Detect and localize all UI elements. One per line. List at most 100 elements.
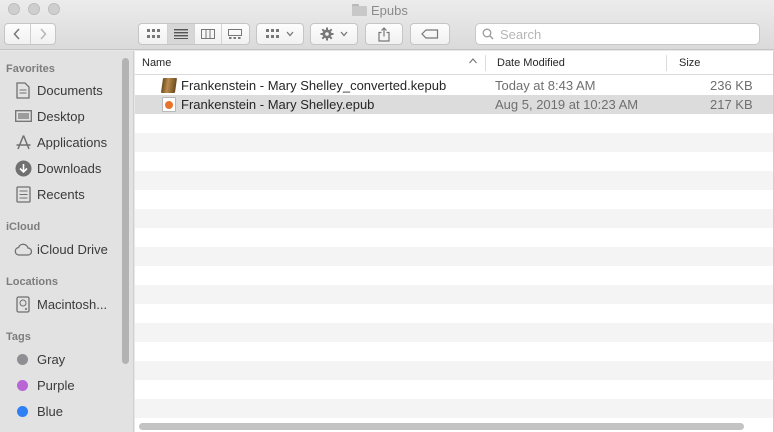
sidebar-item-applications[interactable]: Applications xyxy=(14,131,107,153)
share-icon xyxy=(378,26,390,42)
forward-button[interactable] xyxy=(29,24,55,44)
chevron-down-icon xyxy=(286,31,294,37)
empty-row xyxy=(135,342,774,361)
sidebar-item-documents[interactable]: Documents xyxy=(14,79,103,101)
empty-row xyxy=(135,266,774,285)
folder-icon xyxy=(352,4,367,16)
sidebar-item-label: Blue xyxy=(37,403,64,419)
empty-row xyxy=(135,209,774,228)
documents-icon xyxy=(14,81,32,99)
sidebar-tag-blue[interactable]: Blue xyxy=(14,400,63,422)
chevron-left-icon xyxy=(13,28,21,40)
file-date-modified: Aug 5, 2019 at 10:23 AM xyxy=(495,97,639,112)
sidebar-tag-purple[interactable]: Purple xyxy=(14,374,75,396)
gear-icon xyxy=(320,27,334,41)
list-view-icon xyxy=(174,29,188,39)
sidebar-item-label: Recents xyxy=(37,186,85,202)
file-name: Frankenstein - Mary Shelley.epub xyxy=(181,97,375,112)
recents-icon xyxy=(14,185,32,203)
column-header-label: Date Modified xyxy=(497,57,565,69)
column-view-icon xyxy=(201,29,215,39)
window-title-label: Epubs xyxy=(371,2,408,18)
blue-tag-dot-icon xyxy=(17,405,28,417)
window-title: Epubs xyxy=(352,1,408,19)
cloud-icon xyxy=(14,240,32,258)
search-input[interactable] xyxy=(500,26,740,42)
minimize-window-button[interactable] xyxy=(28,3,40,15)
horizontal-scrollbar[interactable] xyxy=(139,423,744,430)
toolbar: Epubs xyxy=(0,0,774,50)
sidebar-section-locations: Locations xyxy=(6,276,58,288)
empty-row xyxy=(135,285,774,304)
action-menu-button[interactable] xyxy=(310,23,358,45)
sidebar-item-recents[interactable]: Recents xyxy=(14,183,85,205)
sidebar-tag-gray[interactable]: Gray xyxy=(14,348,65,370)
sidebar-section-icloud: iCloud xyxy=(6,221,41,233)
sidebar-item-label: Gray xyxy=(37,351,66,367)
navigation-buttons xyxy=(4,23,56,45)
chevron-right-icon xyxy=(40,28,47,40)
file-row-selected[interactable]: Frankenstein - Mary Shelley.epub Aug 5, … xyxy=(135,95,774,114)
group-by-button[interactable] xyxy=(256,23,304,45)
file-name: Frankenstein - Mary Shelley_converted.ke… xyxy=(181,78,447,93)
file-list: Name Date Modified Size Frankenstein - M… xyxy=(135,51,774,432)
gallery-view-button[interactable] xyxy=(221,24,248,44)
gallery-view-icon xyxy=(228,29,242,39)
purple-tag-dot-icon xyxy=(17,379,28,391)
tag-icon xyxy=(421,29,439,39)
list-view-button[interactable] xyxy=(167,24,194,44)
back-button[interactable] xyxy=(5,24,30,44)
sidebar-item-downloads[interactable]: Downloads xyxy=(14,157,101,179)
sidebar: Favorites Documents Desktop Applications… xyxy=(0,51,134,432)
empty-row xyxy=(135,304,774,323)
sidebar-item-label: Applications xyxy=(37,134,108,150)
sidebar-item-icloud-drive[interactable]: iCloud Drive xyxy=(14,238,108,260)
file-size: 217 KB xyxy=(710,97,753,112)
column-header-size[interactable]: Size xyxy=(672,51,772,75)
column-header-label: Name xyxy=(142,57,172,69)
icon-view-icon xyxy=(146,29,160,38)
downloads-icon xyxy=(14,159,32,177)
hard-drive-icon xyxy=(14,295,32,313)
column-header-label: Size xyxy=(679,57,701,69)
column-header-name[interactable]: Name xyxy=(135,51,478,75)
empty-row xyxy=(135,380,774,399)
share-button[interactable] xyxy=(365,23,403,45)
empty-row xyxy=(135,152,774,171)
empty-row xyxy=(135,228,774,247)
empty-row xyxy=(135,133,774,152)
sidebar-item-macintosh-hd[interactable]: Macintosh... xyxy=(14,293,107,315)
edit-tags-button[interactable] xyxy=(410,23,450,45)
sidebar-section-tags: Tags xyxy=(6,331,31,343)
empty-row xyxy=(135,190,774,209)
zoom-window-button[interactable] xyxy=(48,3,60,15)
icon-view-button[interactable] xyxy=(140,24,167,44)
sidebar-item-label: Macintosh... xyxy=(37,296,108,312)
desktop-icon xyxy=(14,107,32,125)
column-divider[interactable] xyxy=(485,55,486,71)
sidebar-item-label: iCloud Drive xyxy=(37,241,108,257)
file-size: 236 KB xyxy=(710,78,753,93)
close-window-button[interactable] xyxy=(8,3,20,15)
column-divider[interactable] xyxy=(666,55,667,71)
sidebar-scrollbar[interactable] xyxy=(122,58,129,364)
search-field[interactable] xyxy=(475,23,760,45)
applications-icon xyxy=(14,133,32,151)
column-view-button[interactable] xyxy=(194,24,221,44)
search-icon xyxy=(482,28,494,40)
empty-row xyxy=(135,114,774,133)
empty-row xyxy=(135,171,774,190)
file-date-modified: Today at 8:43 AM xyxy=(495,78,596,93)
empty-row xyxy=(135,399,774,418)
sidebar-item-desktop[interactable]: Desktop xyxy=(14,105,85,127)
file-row[interactable]: Frankenstein - Mary Shelley_converted.ke… xyxy=(135,76,774,95)
epub-file-icon xyxy=(162,97,176,112)
chevron-down-icon xyxy=(340,31,348,37)
sidebar-item-label: Desktop xyxy=(37,108,85,124)
view-mode-selector xyxy=(138,23,250,45)
group-grid-icon xyxy=(266,29,279,38)
file-rows: Frankenstein - Mary Shelley_converted.ke… xyxy=(135,76,774,418)
sidebar-section-favorites: Favorites xyxy=(6,63,55,75)
sidebar-item-label: Downloads xyxy=(37,160,102,176)
column-header-date-modified[interactable]: Date Modified xyxy=(490,51,665,75)
